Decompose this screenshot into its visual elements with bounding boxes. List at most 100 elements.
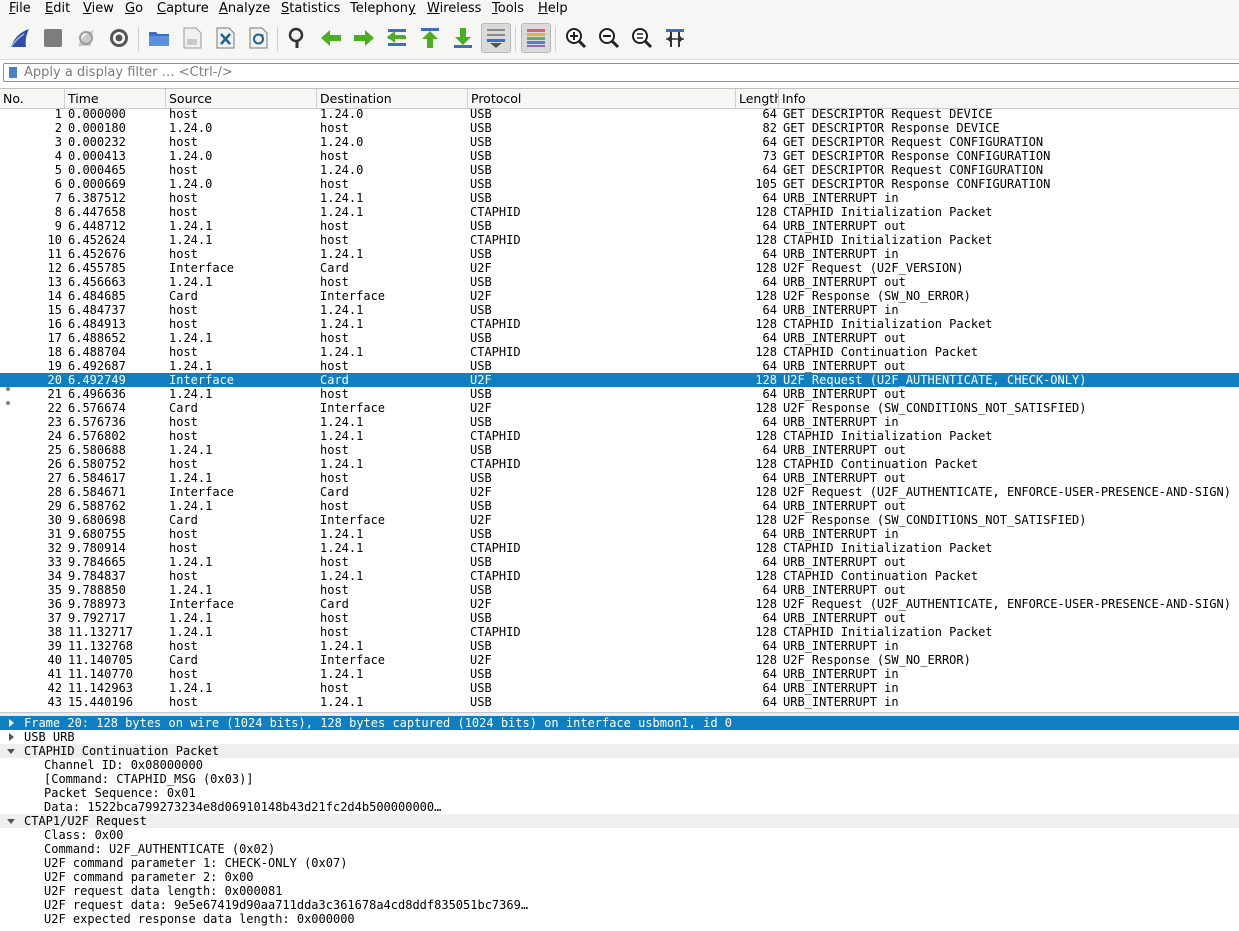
table-row[interactable]: 2 0.000180 1.24.0 host USB 82 GET DESCRIPTOR R… (0, 121, 1239, 135)
table-row[interactable]: 17 6.488652 1.24.1 host USB 64 URB_INTERRUPT o… (0, 331, 1239, 345)
resize-columns-button[interactable] (660, 23, 690, 53)
table-row[interactable]: 18 6.488704 host 1.24.1 CTAPHID 128 CTAPHID Co… (0, 345, 1239, 359)
table-row[interactable]: 21 6.496636 1.24.1 host USB 64 URB_INTERRUPT o… (0, 387, 1239, 401)
menu-file[interactable]: File (8, 1, 32, 16)
column-header-no[interactable]: No. (0, 89, 65, 108)
table-row[interactable]: 1 0.000000 host 1.24.0 USB 64 GET DESCRIPTOR R… (0, 107, 1239, 121)
table-row[interactable]: 19 6.492687 1.24.1 host USB 64 URB_INTERRUPT o… (0, 359, 1239, 373)
collapsed-arrow-icon[interactable] (9, 719, 14, 727)
collapsed-arrow-icon[interactable] (9, 733, 14, 741)
table-row[interactable]: 25 6.580688 1.24.1 host USB 64 URB_INTERRUPT o… (0, 443, 1239, 457)
menu-edit[interactable]: Edit (44, 1, 71, 16)
tree-field[interactable]: U2F command parameter 2: 0x00 (0, 870, 1239, 884)
find-packet-button[interactable] (283, 23, 313, 53)
tree-node[interactable]: USB URB (0, 730, 1239, 744)
tree-node[interactable]: CTAP1/U2F Request (0, 814, 1239, 828)
stop-capture-button[interactable] (38, 23, 68, 53)
menu-go[interactable]: Go (124, 1, 144, 16)
zoom-in-button[interactable] (561, 23, 591, 53)
menu-help[interactable]: Help (537, 1, 569, 16)
tree-field[interactable]: Data: 1522bca799273234e8d06910148b43d21f… (0, 800, 1239, 814)
go-last-packet-button[interactable] (448, 23, 478, 53)
menu-capture[interactable]: Capture (156, 1, 210, 16)
table-row[interactable]: 33 9.784665 1.24.1 host USB 64 URB_INTERRUPT o… (0, 555, 1239, 569)
table-row[interactable]: 38 11.132717 1.24.1 host CTAPHID 128 CTAPHID I… (0, 625, 1239, 639)
table-row[interactable]: 26 6.580752 host 1.24.1 CTAPHID 128 CTAPHID Co… (0, 457, 1239, 471)
table-row[interactable]: 36 9.788973 Interface Card U2F 128 U2F Request… (0, 597, 1239, 611)
menu-analyze[interactable]: Analyze (218, 1, 271, 16)
table-row[interactable]: 42 11.142963 1.24.1 host USB 64 URB_INTERRUPT … (0, 681, 1239, 695)
table-row[interactable]: 40 11.140705 Card Interface U2F 128 U2F Respon… (0, 653, 1239, 667)
table-row-selected[interactable]: 20 6.492749 Interface Card U2F 128 U2F Request… (0, 373, 1239, 387)
capture-options-button[interactable] (104, 23, 134, 53)
table-row[interactable]: 28 6.584671 Interface Card U2F 128 U2F Request… (0, 485, 1239, 499)
shark-fin-button[interactable] (5, 23, 35, 53)
table-row[interactable]: 34 9.784837 host 1.24.1 CTAPHID 128 CTAPHID Co… (0, 569, 1239, 583)
column-header-info[interactable]: Info (779, 89, 1239, 108)
column-header-protocol[interactable]: Protocol (468, 89, 736, 108)
go-first-packet-button[interactable] (415, 23, 445, 53)
table-row[interactable]: 37 9.792717 1.24.1 host USB 64 URB_INTERRUPT o… (0, 611, 1239, 625)
tree-field[interactable]: [Command: CTAPHID_MSG (0x03)] (0, 772, 1239, 786)
zoom-normal-button[interactable] (627, 23, 657, 53)
menu-tools[interactable]: Tools (491, 1, 525, 16)
table-row[interactable]: 13 6.456663 1.24.1 host USB 64 URB_INTERRUPT o… (0, 275, 1239, 289)
tree-field[interactable]: Channel ID: 0x08000000 (0, 758, 1239, 772)
menu-telephony[interactable]: Telephony (349, 1, 417, 16)
expanded-arrow-icon[interactable] (7, 749, 15, 754)
table-row[interactable]: 4 0.000413 1.24.0 host USB 73 GET DESCRIPTOR R… (0, 149, 1239, 163)
column-header-source[interactable]: Source (166, 89, 317, 108)
table-row[interactable]: 15 6.484737 host 1.24.1 USB 64 URB_INTERRUPT i… (0, 303, 1239, 317)
tree-field[interactable]: U2F command parameter 1: CHECK-ONLY (0x0… (0, 856, 1239, 870)
table-row[interactable]: 35 9.788850 1.24.1 host USB 64 URB_INTERRUPT o… (0, 583, 1239, 597)
table-row[interactable]: 6 0.000669 1.24.0 host USB 105 GET DESCRIPTOR … (0, 177, 1239, 191)
tree-node[interactable]: Frame 20: 128 bytes on wire (1024 bits),… (0, 716, 1239, 730)
filter-bookmark-icon[interactable] (9, 67, 17, 78)
go-back-button[interactable] (316, 23, 346, 53)
table-row[interactable]: 8 6.447658 host 1.24.1 CTAPHID 128 CTAPHID Ini… (0, 205, 1239, 219)
tree-field[interactable]: U2F request data length: 0x000081 (0, 884, 1239, 898)
close-file-button[interactable] (210, 23, 240, 53)
tree-field[interactable]: Packet Sequence: 0x01 (0, 786, 1239, 800)
tree-field[interactable]: Class: 0x00 (0, 828, 1239, 842)
reload-file-button[interactable] (243, 23, 273, 53)
tree-node[interactable]: CTAPHID Continuation Packet (0, 744, 1239, 758)
table-row[interactable]: 10 6.452624 1.24.1 host CTAPHID 128 CTAPHID In… (0, 233, 1239, 247)
table-row[interactable]: 23 6.576736 host 1.24.1 USB 64 URB_INTERRUPT i… (0, 415, 1239, 429)
tree-field[interactable]: U2F request data: 9e5e67419d90aa711dda3c… (0, 898, 1239, 912)
table-row[interactable]: 14 6.484685 Card Interface U2F 128 U2F Respons… (0, 289, 1239, 303)
table-row[interactable]: 12 6.455785 Interface Card U2F 128 U2F Request… (0, 261, 1239, 275)
display-filter-input[interactable] (24, 64, 1224, 81)
table-row[interactable]: 22 6.576674 Card Interface U2F 128 U2F Respons… (0, 401, 1239, 415)
menu-wireless[interactable]: Wireless (426, 1, 482, 16)
table-row[interactable]: 43 15.440196 host 1.24.1 USB 64 URB_INTERRUPT … (0, 695, 1239, 709)
table-row[interactable]: 32 9.780914 host 1.24.1 CTAPHID 128 CTAPHID In… (0, 541, 1239, 555)
table-row[interactable]: 7 6.387512 host 1.24.1 USB 64 URB_INTERRUPT in (0, 191, 1239, 205)
table-row[interactable]: 5 0.000465 host 1.24.0 USB 64 GET DESCRIPTOR R… (0, 163, 1239, 177)
table-row[interactable]: 29 6.588762 1.24.1 host USB 64 URB_INTERRUPT o… (0, 499, 1239, 513)
colorize-button[interactable] (521, 23, 551, 53)
table-row[interactable]: 39 11.132768 host 1.24.1 USB 64 URB_INTERRUPT … (0, 639, 1239, 653)
auto-scroll-button[interactable] (481, 23, 511, 53)
table-row[interactable]: 24 6.576802 host 1.24.1 CTAPHID 128 CTAPHID In… (0, 429, 1239, 443)
table-row[interactable]: 16 6.484913 host 1.24.1 CTAPHID 128 CTAPHID In… (0, 317, 1239, 331)
restart-capture-button[interactable] (71, 23, 101, 53)
table-row[interactable]: 30 9.680698 Card Interface U2F 128 U2F Respons… (0, 513, 1239, 527)
table-row[interactable]: 41 11.140770 host 1.24.1 USB 64 URB_INTERRUPT … (0, 667, 1239, 681)
tree-field[interactable]: U2F expected response data length: 0x000… (0, 912, 1239, 926)
table-row[interactable]: 27 6.584617 1.24.1 host USB 64 URB_INTERRUPT o… (0, 471, 1239, 485)
column-header-length[interactable]: Length (736, 89, 779, 108)
save-file-button[interactable] (177, 23, 207, 53)
column-header-destination[interactable]: Destination (317, 89, 468, 108)
menu-view[interactable]: View (82, 1, 115, 16)
zoom-out-button[interactable] (594, 23, 624, 53)
menu-statistics[interactable]: Statistics (280, 1, 341, 16)
open-file-button[interactable] (144, 23, 174, 53)
table-row[interactable]: 3 0.000232 host 1.24.0 USB 64 GET DESCRIPTOR R… (0, 135, 1239, 149)
tree-field[interactable]: Command: U2F_AUTHENTICATE (0x02) (0, 842, 1239, 856)
table-row[interactable]: 31 9.680755 host 1.24.1 USB 64 URB_INTERRUPT i… (0, 527, 1239, 541)
table-row[interactable]: 11 6.452676 host 1.24.1 USB 64 URB_INTERRUPT i… (0, 247, 1239, 261)
table-row[interactable]: 9 6.448712 1.24.1 host USB 64 URB_INTERRUPT ou… (0, 219, 1239, 233)
expanded-arrow-icon[interactable] (7, 819, 15, 824)
go-to-packet-button[interactable] (382, 23, 412, 53)
